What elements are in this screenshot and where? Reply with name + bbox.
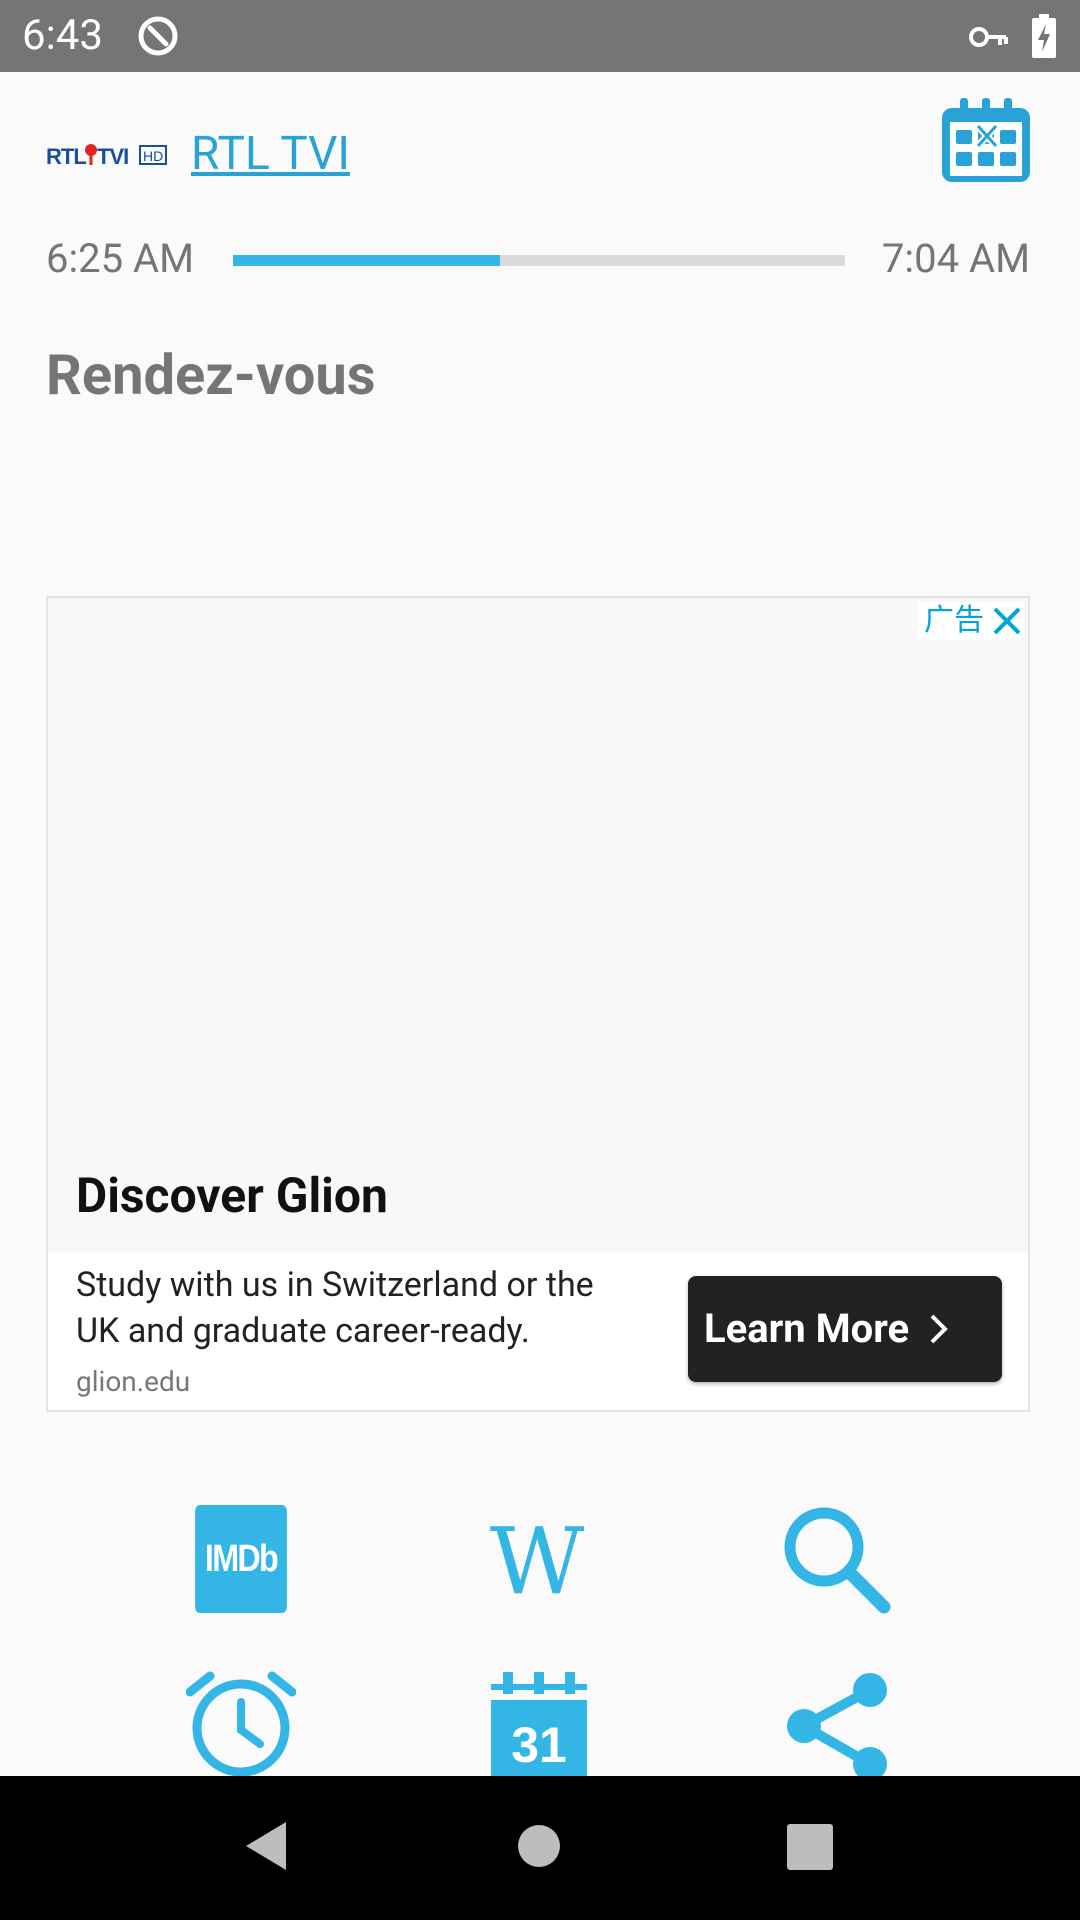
calendar-glyph: 31 [491,1672,587,1776]
channel-name-link[interactable]: RTL TVI [191,126,350,182]
ad-banner[interactable]: 广告 Discover Glion Study with us in Switz… [46,596,1030,1412]
status-bar: 6:43 [0,0,1080,72]
ad-domain: glion.edu [76,1365,191,1398]
share-icon[interactable] [784,1670,890,1776]
learn-more-button[interactable]: Learn More [688,1276,1002,1382]
program-progress-fill [233,255,500,266]
ad-label: 广告 [924,603,984,638]
do-not-disturb-icon [138,16,178,56]
start-time: 6:25 AM [46,235,195,282]
ad-headline[interactable]: Discover Glion [76,1166,388,1226]
back-icon[interactable] [242,1820,290,1872]
imdb-icon[interactable]: IMDb [195,1505,287,1613]
wikipedia-icon[interactable]: W [482,1505,592,1615]
status-time: 6:43 [22,11,103,60]
alarm-clock-icon[interactable] [186,1670,296,1776]
ad-choices[interactable]: 广告 [918,602,1024,640]
program-title: Rendez-vous [46,342,376,408]
navigation-bar [0,1776,1080,1920]
end-time: 7:04 AM [881,235,1030,282]
svg-text:RTL: RTL [46,144,86,169]
wikipedia-glyph: W [490,1508,585,1615]
ad-footer: Study with us in Switzerland or the UK a… [48,1252,1028,1410]
ad-body-text: Study with us in Switzerland or the UK a… [76,1265,594,1351]
search-icon[interactable] [780,1503,892,1615]
program-progress-bar [233,255,845,266]
svg-text:TVI: TVI [97,144,128,169]
wikipedia-letter: W [490,1508,585,1613]
svg-text:HD: HD [143,148,163,164]
calendar-x-icon[interactable] [940,98,1032,184]
calendar-day: 31 [511,1717,567,1773]
recents-icon[interactable] [787,1824,833,1870]
learn-more-label: Learn More [704,1305,910,1352]
home-icon[interactable] [517,1824,561,1868]
calendar-icon[interactable]: 31 [489,1672,589,1776]
vpn-key-icon [969,27,1008,47]
battery-charging-icon [1032,14,1056,58]
channel-logo: RTL TVI HD [46,144,167,169]
chevron-right-icon [930,1314,948,1344]
close-icon[interactable] [990,604,1024,638]
